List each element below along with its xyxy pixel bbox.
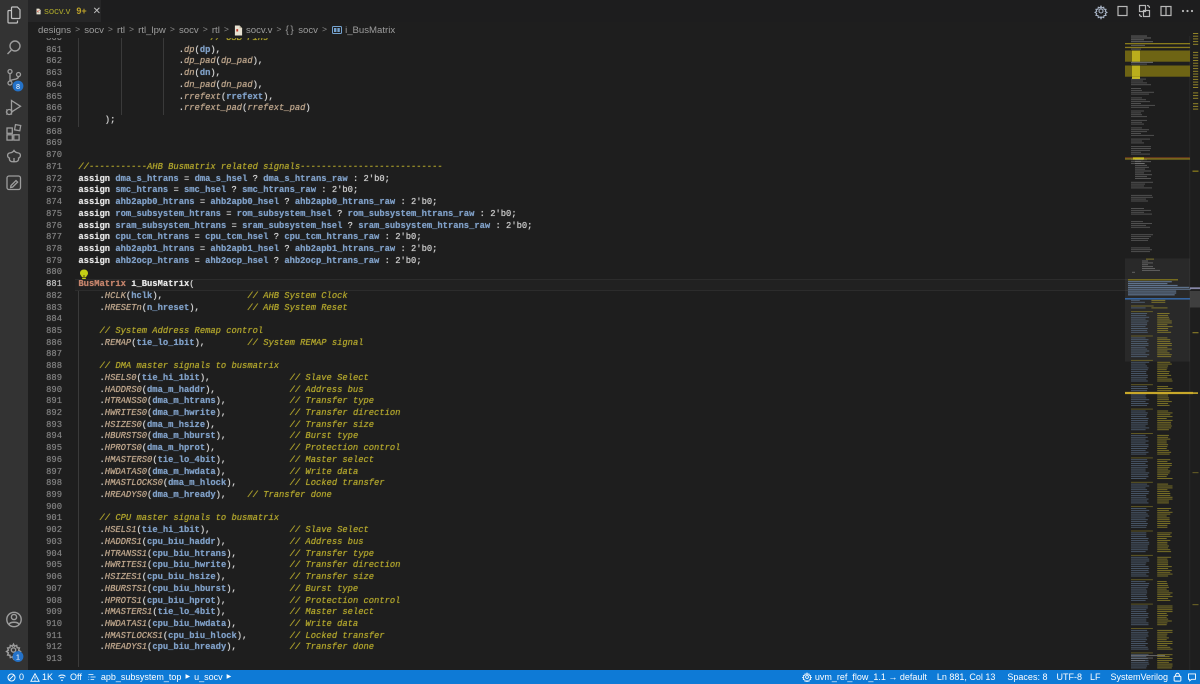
svg-text:1: 1 (16, 653, 20, 662)
svg-text:8: 8 (16, 82, 20, 91)
